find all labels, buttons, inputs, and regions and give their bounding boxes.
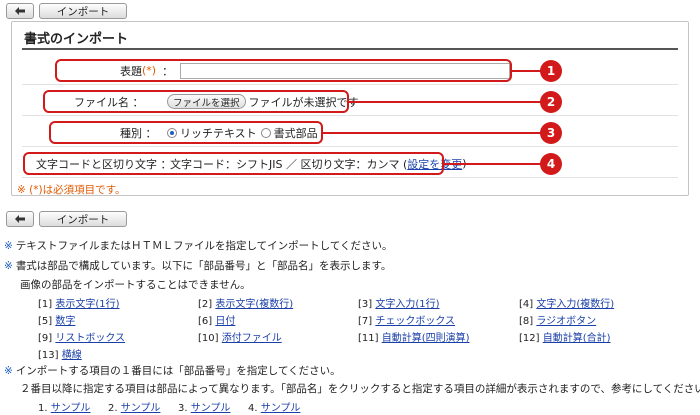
back-button-bottom[interactable]: [6, 211, 34, 227]
connector-2: [349, 101, 542, 103]
info-line-3: 画像の部品をインポートすることはできません。: [20, 279, 251, 291]
info-line-5: ２番目以降に指定する項目は部品によって異なります。「部品名」をクリックすると指定…: [20, 383, 700, 395]
info-line-2: ※ 書式は部品で構成しています。以下に「部品番号」と「部品名」を表示します。: [4, 260, 392, 272]
connector-4: [444, 163, 542, 165]
back-arrow-icon: [15, 7, 25, 15]
highlight-2: [43, 90, 349, 113]
bottom-toolbar: インポート: [6, 211, 127, 227]
part-item: [8] ラジオボタン: [519, 316, 597, 327]
top-toolbar: インポート: [6, 3, 127, 19]
highlight-1: [55, 59, 512, 82]
import-button[interactable]: インポート: [39, 3, 127, 19]
part-item: [3] 文字入力(1行): [358, 299, 440, 310]
part-item: [11] 自動計算(四則演算): [358, 333, 470, 344]
part-item: [10] 添付ファイル: [198, 333, 282, 344]
badge-1: 1: [540, 60, 562, 82]
part-item: [4] 文字入力(複数行): [519, 299, 615, 310]
import-button-bottom[interactable]: インポート: [39, 211, 127, 227]
part-item: [5] 数字: [38, 316, 76, 327]
badge-3: 3: [540, 122, 562, 144]
title-divider: [22, 48, 678, 50]
page-title: 書式のインポート: [24, 32, 129, 47]
sample-item: 2. サンプル: [108, 403, 161, 414]
badge-4: 4: [540, 153, 562, 175]
part-item: [6] 日付: [198, 316, 236, 327]
import-form-panel: 書式のインポート 表題 (*)： ファイル名 ： ファイルを選択 ファイルが未選択…: [11, 21, 689, 196]
sample-item: 3. サンプル: [178, 403, 231, 414]
connector-1: [512, 70, 542, 72]
sample-item: 1. サンプル: [38, 403, 91, 414]
part-item: [13] 横線: [38, 350, 82, 361]
sample-item: 4. サンプル: [248, 403, 301, 414]
connector-3: [323, 132, 542, 134]
part-item: [2] 表示文字(複数行): [198, 299, 294, 310]
required-note: ※ (*)は必須項目です。: [17, 184, 126, 196]
highlight-3: [49, 121, 323, 144]
part-item: [12] 自動計算(合計): [519, 333, 611, 344]
highlight-4: [23, 152, 444, 175]
back-button[interactable]: [6, 3, 34, 19]
info-line-1: ※ テキストファイルまたはＨＴＭＬファイルを指定してインポートしてください。: [4, 240, 393, 252]
part-item: [7] チェックボックス: [358, 316, 456, 327]
info-line-4: ※ インポートする項目の１番目には「部品番号」を指定してください。: [4, 365, 341, 377]
back-arrow-icon: [15, 215, 25, 223]
badge-2: 2: [540, 91, 562, 113]
part-item: [9] リストボックス: [38, 333, 126, 344]
part-item: [1] 表示文字(1行): [38, 299, 120, 310]
